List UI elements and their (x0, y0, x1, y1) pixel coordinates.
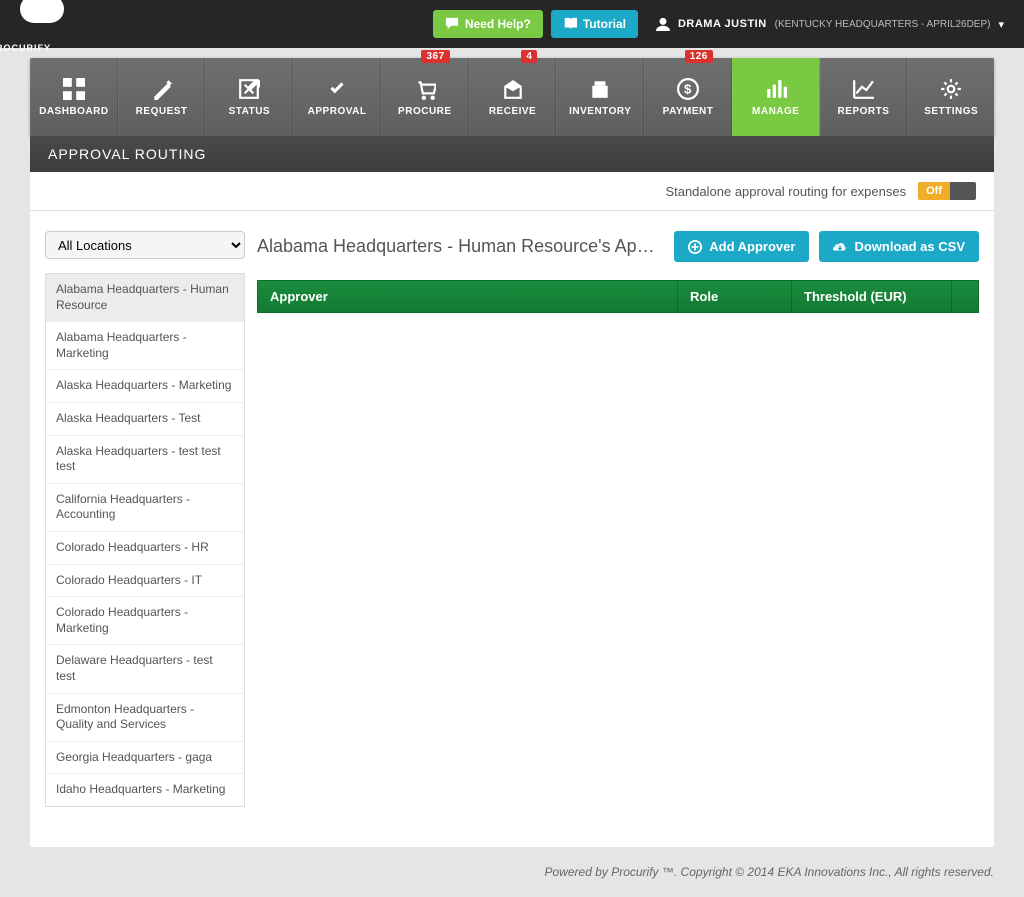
approval-icon (325, 78, 349, 100)
plus-circle-icon (688, 240, 702, 254)
badge: 367 (421, 50, 449, 63)
nav-label: PAYMENT (663, 106, 714, 117)
download-csv-button[interactable]: Download as CSV (819, 231, 979, 262)
nav-label: STATUS (229, 106, 271, 117)
nav-receive[interactable]: 4RECEIVE (469, 58, 557, 136)
tutorial-button[interactable]: Tutorial (551, 10, 638, 38)
download-csv-label: Download as CSV (854, 239, 965, 254)
nav-label: REPORTS (838, 106, 890, 117)
col-role: Role (678, 281, 792, 312)
location-item[interactable]: Colorado Headquarters - Marketing (46, 597, 244, 645)
footer-text: Powered by Procurify ™. Copyright © 2014… (545, 865, 995, 879)
tutorial-label: Tutorial (583, 17, 626, 31)
panel-title: Alabama Headquarters - Human Resource's … (257, 236, 664, 257)
col-actions (952, 281, 978, 312)
chevron-down-icon: ▾ (998, 18, 1004, 31)
add-approver-label: Add Approver (709, 239, 795, 254)
location-item[interactable]: Alabama Headquarters - Marketing (46, 322, 244, 370)
status-icon (237, 78, 261, 100)
location-item[interactable]: Alaska Headquarters - test test test (46, 436, 244, 484)
user-menu[interactable]: DRAMA JUSTIN (KENTUCKY HEADQUARTERS - AP… (656, 17, 1004, 31)
approvers-table-header: Approver Role Threshold (EUR) (257, 280, 979, 313)
nav-label: SETTINGS (924, 106, 978, 117)
location-item[interactable]: Delaware Headquarters - test test (46, 645, 244, 693)
nav-label: REQUEST (136, 106, 188, 117)
payment-icon (676, 78, 700, 100)
locations-sidebar: All Locations Alabama Headquarters - Hum… (45, 231, 245, 807)
nav-payment[interactable]: 126PAYMENT (644, 58, 732, 136)
nav-approval[interactable]: APPROVAL (293, 58, 381, 136)
add-approver-button[interactable]: Add Approver (674, 231, 809, 262)
brand-logo[interactable]: PROCURIFY (20, 0, 64, 53)
nav-settings[interactable]: SETTINGS (907, 58, 994, 136)
location-select[interactable]: All Locations (45, 231, 245, 259)
receive-icon (501, 78, 525, 100)
subbar-text: Standalone approval routing for expenses (665, 184, 906, 199)
location-item[interactable]: California Headquarters - Accounting (46, 484, 244, 532)
nav-request[interactable]: REQUEST (118, 58, 206, 136)
badge: 4 (521, 50, 537, 63)
nav-dashboard[interactable]: DASHBOARD (30, 58, 118, 136)
nav-label: INVENTORY (569, 106, 631, 117)
book-icon (563, 17, 577, 31)
location-item[interactable]: Edmonton Headquarters - Quality and Serv… (46, 694, 244, 742)
user-name: DRAMA JUSTIN (678, 18, 767, 30)
cloud-icon (20, 0, 64, 23)
sub-bar: Standalone approval routing for expenses… (30, 172, 994, 211)
user-icon (656, 17, 670, 31)
nav-label: APPROVAL (308, 106, 367, 117)
need-help-label: Need Help? (465, 17, 531, 31)
nav-inventory[interactable]: INVENTORY (556, 58, 644, 136)
nav-procure[interactable]: 367PROCURE (381, 58, 469, 136)
inventory-icon (588, 78, 612, 100)
main-content: All Locations Alabama Headquarters - Hum… (30, 211, 994, 847)
toggle-handle (950, 182, 976, 200)
nav-status[interactable]: STATUS (205, 58, 293, 136)
reports-icon (851, 78, 875, 100)
expenses-toggle[interactable]: Off (918, 182, 976, 200)
toggle-off-label: Off (918, 182, 950, 200)
footer: Powered by Procurify ™. Copyright © 2014… (0, 847, 1024, 897)
location-item[interactable]: Alaska Headquarters - Marketing (46, 370, 244, 403)
location-item[interactable]: Alaska Headquarters - Test (46, 403, 244, 436)
procure-icon (413, 78, 437, 100)
user-dept: (KENTUCKY HEADQUARTERS - APRIL26DEP) (775, 19, 991, 30)
main-nav: DASHBOARD REQUEST STATUS APPROVAL 367PROCURE… (30, 58, 994, 136)
nav-label: PROCURE (398, 106, 452, 117)
location-item[interactable]: Colorado Headquarters - IT (46, 565, 244, 598)
location-list: Alabama Headquarters - Human ResourceAla… (45, 273, 245, 807)
nav-manage[interactable]: MANAGE (732, 58, 820, 136)
dashboard-icon (62, 78, 86, 100)
nav-label: MANAGE (752, 106, 799, 117)
approval-panel: Alabama Headquarters - Human Resource's … (257, 231, 979, 807)
location-item[interactable]: Colorado Headquarters - HR (46, 532, 244, 565)
cloud-download-icon (833, 240, 847, 254)
chat-icon (445, 17, 459, 31)
nav-reports[interactable]: REPORTS (820, 58, 908, 136)
col-threshold: Threshold (EUR) (792, 281, 952, 312)
manage-icon (764, 78, 788, 100)
location-item[interactable]: Alabama Headquarters - Human Resource (46, 274, 244, 322)
topbar: PROCURIFY Need Help? Tutorial DRAMA JUST… (0, 0, 1024, 48)
nav-label: RECEIVE (489, 106, 536, 117)
nav-label: DASHBOARD (39, 106, 109, 117)
page-title: APPROVAL ROUTING (48, 146, 206, 162)
location-item[interactable]: Georgia Headquarters - gaga (46, 742, 244, 775)
need-help-button[interactable]: Need Help? (433, 10, 543, 38)
location-item[interactable]: Idaho Headquarters - Marketing (46, 774, 244, 806)
page-title-bar: APPROVAL ROUTING (30, 136, 994, 172)
brand-text: PROCURIFY (0, 43, 51, 53)
settings-icon (939, 78, 963, 100)
request-icon (150, 78, 174, 100)
badge: 126 (685, 50, 713, 63)
col-approver: Approver (258, 281, 678, 312)
